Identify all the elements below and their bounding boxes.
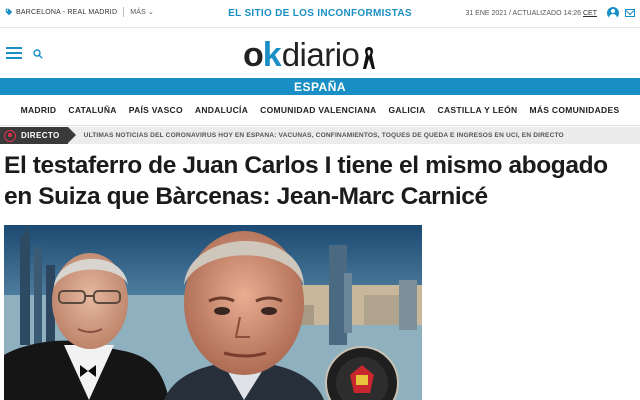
- site-logo[interactable]: ok diario: [243, 34, 376, 72]
- live-label: DIRECTO: [21, 131, 60, 140]
- nav-item-andalucia[interactable]: ANDALUCÍA: [195, 105, 248, 115]
- mail-icon[interactable]: [625, 9, 635, 17]
- more-dropdown-button[interactable]: MÁS ⌄: [130, 8, 155, 17]
- logo-diario: diario: [281, 36, 360, 73]
- article-photo-illustration: [4, 225, 422, 400]
- article-headline[interactable]: El testaferro de Juan Carlos I tiene el …: [4, 150, 636, 212]
- update-date: 31 ENE 2021 / ACTUALIZADO 14:26: [465, 9, 581, 17]
- nav-item-pais-vasco[interactable]: PAÍS VASCO: [129, 105, 183, 115]
- top-utility-bar: BARCELONA - REAL MADRID MÁS ⌄ EL SITIO D…: [0, 0, 640, 28]
- section-title[interactable]: ESPAÑA: [294, 80, 346, 94]
- nav-item-mas-comunidades[interactable]: MÁS COMUNIDADES: [529, 105, 619, 115]
- live-badge: DIRECTO: [0, 127, 76, 144]
- nav-item-madrid[interactable]: MADRID: [21, 105, 57, 115]
- search-icon[interactable]: [33, 49, 43, 59]
- timezone-label: CET: [583, 9, 597, 17]
- nav-item-galicia[interactable]: GALICIA: [388, 105, 425, 115]
- nav-item-cataluna[interactable]: CATALUÑA: [68, 105, 116, 115]
- menu-icon[interactable]: [6, 47, 22, 59]
- user-icon[interactable]: [607, 7, 619, 19]
- live-broadcast-icon: [4, 129, 16, 142]
- chevron-down-icon: ⌄: [147, 9, 155, 16]
- region-nav: MADRID CATALUÑA PAÍS VASCO ANDALUCÍA COM…: [0, 95, 640, 126]
- live-news-link[interactable]: ÚLTIMAS NOTICIAS DEL CORONAVIRUS HOY EN …: [84, 132, 564, 139]
- more-label: MÁS: [130, 8, 146, 16]
- topbar-right: 31 ENE 2021 / ACTUALIZADO 14:26 CET: [465, 7, 635, 19]
- nav-item-comunidad-valenciana[interactable]: COMUNIDAD VALENCIANA: [260, 105, 376, 115]
- article-photo[interactable]: [4, 225, 422, 400]
- match-link[interactable]: BARCELONA - REAL MADRID: [16, 9, 117, 16]
- nav-item-castilla-y-leon[interactable]: CASTILLA Y LEÓN: [438, 105, 518, 115]
- logo-ok: ok: [243, 36, 282, 74]
- site-header: ok diario: [0, 28, 640, 78]
- live-news-bar: DIRECTO ÚLTIMAS NOTICIAS DEL CORONAVIRUS…: [0, 127, 640, 144]
- mourning-ribbon-icon: [363, 47, 376, 69]
- tag-icon: [5, 8, 13, 16]
- topbar-divider: [123, 7, 125, 17]
- topbar-left: BARCELONA - REAL MADRID MÁS ⌄: [5, 7, 154, 17]
- section-banner: ESPAÑA: [0, 78, 640, 95]
